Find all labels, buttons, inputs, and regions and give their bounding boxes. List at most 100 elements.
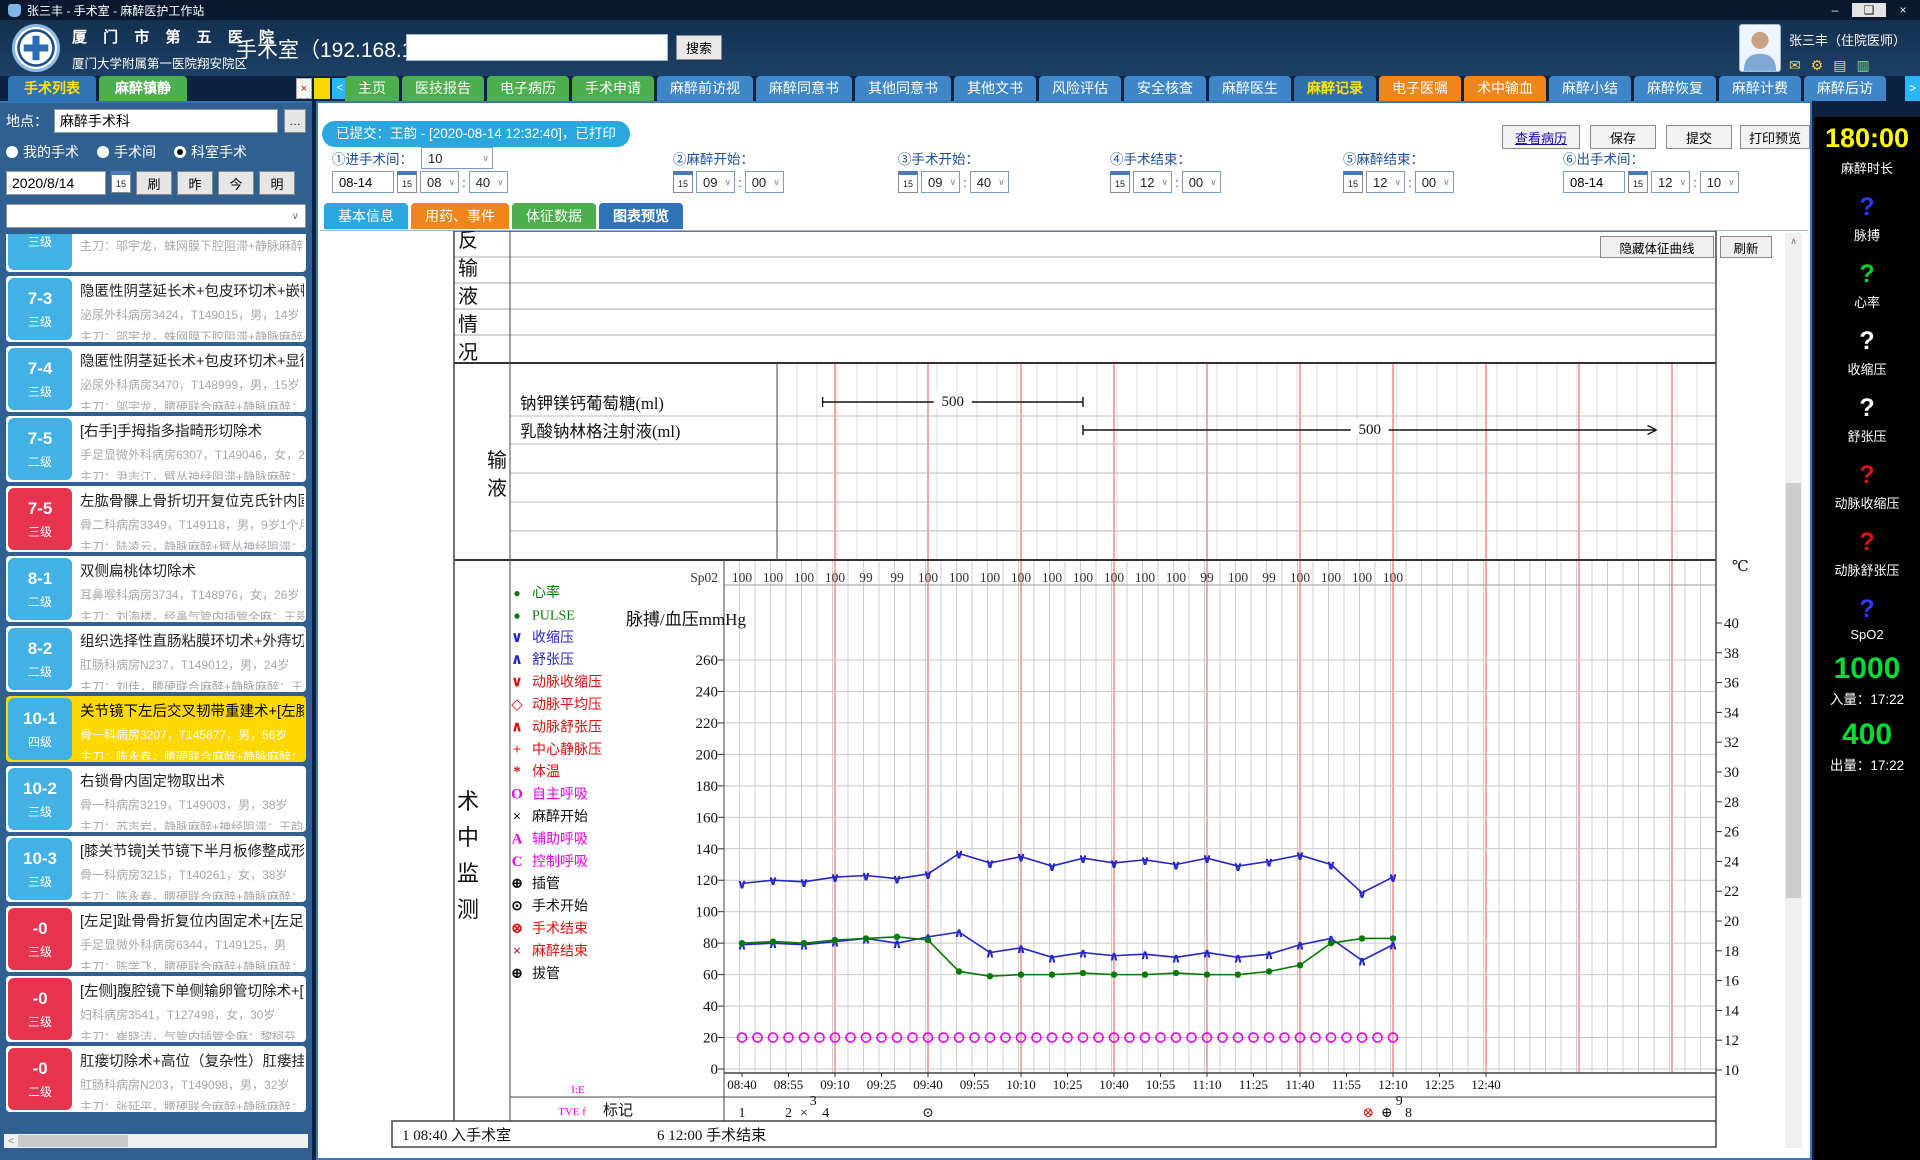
list-item[interactable]: 10-3三级[膝关节镜]关节镜下半月板修整成形术+半骨一科病房3215，T140… [6,836,306,902]
radio-dot-icon[interactable] [174,146,186,158]
radio-手术间[interactable]: 手术间 [97,142,156,162]
sidebar-horizontal-scrollbar[interactable]: < [4,1134,308,1148]
save-button[interactable]: 保存 [1590,125,1656,149]
location-input[interactable] [54,109,278,133]
list-item[interactable]: 8-2二级组织选择性直肠粘膜环切术+外痔切除术肛肠科病房N237，T149012… [6,626,306,692]
minute-select[interactable]: 10∨ [1700,171,1739,193]
list-item[interactable]: -0二级肛瘘切除术+高位（复杂性）肛瘘挂线术肛肠科病房N203，T149098，… [6,1046,306,1112]
location-more-button[interactable]: … [284,109,306,133]
list-item[interactable]: 7-3三级隐匿性阴茎延长术+包皮环切术+嵌顿包茎泌尿外科病房3424，T1490… [6,276,306,342]
gear-icon[interactable]: ⚙ [1811,57,1824,74]
date-input[interactable] [6,171,106,195]
nav-tab-其他同意书[interactable]: 其他同意书 [855,76,951,101]
chart-vertical-scrollbar[interactable]: ∧ [1785,233,1802,1148]
yellow-marker-icon[interactable]: ■ [314,78,330,99]
filter-combobox[interactable]: ∨ [6,204,306,228]
calendar-icon[interactable]: 15 [673,171,693,193]
room-select[interactable]: 10∨ [421,147,493,169]
list-item[interactable]: 10-2三级右锁骨内固定物取出术骨一科病房3219，T149003，男，38岁主… [6,766,306,832]
date-value[interactable]: 08-14 [332,171,394,193]
tab-anesthesia-sedation[interactable]: 麻醉镇静 [99,76,187,101]
list-item[interactable]: -0三级[左侧]腹腔镜下单侧输卵管切除术+[右侧]妇科病房3541，T12749… [6,976,306,1042]
svg-text:100: 100 [1135,570,1156,585]
refresh-chart-button[interactable]: 刷新 [1720,236,1772,258]
list-item[interactable]: 7-5二级[右手]手拇指多指畸形切除术手足显微外科病房6307，T149046，… [6,416,306,482]
subtab-体征数据[interactable]: 体征数据 [512,203,596,229]
nav-tab-医技报告[interactable]: 医技报告 [402,76,484,101]
nav-tab-麻醉计费[interactable]: 麻醉计费 [1719,76,1801,101]
refresh-day-button[interactable]: 刷 [136,171,172,195]
calendar-icon[interactable]: 15 [1110,171,1130,193]
nav-tab-其他文书[interactable]: 其他文书 [954,76,1036,101]
nav-tab-麻醉后访[interactable]: 麻醉后访 [1804,76,1886,101]
list-item[interactable]: 8-1二级双侧扁桃体切除术耳鼻喉科病房3734，T148976，女，26岁主刀：… [6,556,306,622]
close-button[interactable]: × [1886,3,1920,17]
nav-tab-主页[interactable]: 主页 [345,76,399,101]
list-item[interactable]: -0三级[左足]趾骨骨折复位内固定术+[左足]清创手足显微外科病房6344，T1… [6,906,306,972]
hide-curve-button[interactable]: 隐藏体征曲线 [1600,236,1714,258]
nav-tab-手术申请[interactable]: 手术申请 [572,76,654,101]
minute-select[interactable]: 40∨ [970,171,1009,193]
nav-tab-安全核查[interactable]: 安全核查 [1124,76,1206,101]
subtab-基本信息[interactable]: 基本信息 [324,203,408,229]
view-record-button[interactable]: 查看病历 [1502,125,1580,149]
list-item[interactable]: 7-5三级左肱骨髁上骨折切开复位克氏针内固定术骨二科病房3349，T149118… [6,486,306,552]
date-value[interactable]: 08-14 [1563,171,1625,193]
subtab-图表预览[interactable]: 图表预览 [599,203,683,229]
svg-text:32: 32 [1724,735,1739,751]
yesterday-button[interactable]: 昨 [177,171,213,195]
list-item[interactable]: 7-4三级隐匿性阴茎延长术+包皮环切术+显微镜下泌尿外科病房3470，T1489… [6,346,306,412]
minute-select[interactable]: 40∨ [469,171,508,193]
close-tab-icon[interactable]: × [296,78,312,99]
hour-select[interactable]: 09∨ [921,171,960,193]
print-preview-button[interactable]: 打印预览 [1740,125,1810,149]
hour-select[interactable]: 12∨ [1366,171,1405,193]
minute-select[interactable]: 00∨ [1182,171,1221,193]
nav-tab-风险评估[interactable]: 风险评估 [1039,76,1121,101]
hour-select[interactable]: 12∨ [1651,171,1690,193]
nav-tab-电子医嘱[interactable]: 电子医嘱 [1379,76,1461,101]
stats-icon[interactable]: ▥ [1857,57,1870,74]
tab-surgery-list[interactable]: 手术列表 [8,76,96,101]
maximize-button[interactable]: ❑ [1852,3,1886,17]
subtab-用药、事件[interactable]: 用药、事件 [411,203,509,229]
tomorrow-button[interactable]: 明 [259,171,295,195]
calendar-icon[interactable]: 15 [1628,171,1648,193]
hour-select[interactable]: 12∨ [1133,171,1172,193]
nav-tab-麻醉同意书[interactable]: 麻醉同意书 [756,76,852,101]
calendar-icon[interactable]: 15 [111,171,131,193]
list-item[interactable]: 10-1四级关节镜下左后交叉韧带重建术+[左膝关节骨一科病房3207，T1458… [6,696,306,762]
nav-tab-麻醉医生[interactable]: 麻醉医生 [1209,76,1291,101]
calendar-icon[interactable]: 15 [1343,171,1363,193]
minute-select[interactable]: 00∨ [745,171,784,193]
hour-select[interactable]: 08∨ [420,171,459,193]
nav-tab-麻醉记录[interactable]: 麻醉记录 [1294,76,1376,101]
search-input[interactable] [406,34,668,61]
minimize-button[interactable]: – [1818,3,1852,17]
nav-overflow-button[interactable]: > [1905,76,1920,101]
nav-tab-术中输血[interactable]: 术中输血 [1464,76,1546,101]
radio-dot-icon[interactable] [97,146,109,158]
search-button[interactable]: 搜索 [676,35,722,60]
radio-我的手术[interactable]: 我的手术 [6,142,79,162]
radio-dot-icon[interactable] [6,146,18,158]
nav-tab-麻醉小结[interactable]: 麻醉小结 [1549,76,1631,101]
mail-icon[interactable]: ✉ [1789,57,1801,74]
radio-科室手术[interactable]: 科室手术 [174,142,247,162]
submit-button[interactable]: 提交 [1666,125,1732,149]
scrollbar-left-arrow-icon[interactable]: < [4,1136,18,1147]
list-item[interactable]: 三级泌尿外科病房3409，何子皓，T149000，男，12岁主刀：邬宇龙，蛛网膜… [6,234,306,272]
svg-text:100: 100 [763,570,784,585]
database-icon[interactable]: ▤ [1833,57,1846,74]
nav-tab-麻醉恢复[interactable]: 麻醉恢复 [1634,76,1716,101]
today-button[interactable]: 今 [218,171,254,195]
scrollbar-up-arrow-icon[interactable]: ∧ [1785,233,1802,249]
hour-select[interactable]: 09∨ [696,171,735,193]
minute-select[interactable]: 00∨ [1415,171,1454,193]
calendar-icon[interactable]: 15 [898,171,918,193]
scrollbar-thumb[interactable] [18,1135,128,1147]
chart-scrollbar-thumb[interactable] [1786,483,1801,898]
calendar-icon[interactable]: 15 [397,171,417,193]
nav-tab-麻醉前访视[interactable]: 麻醉前访视 [657,76,753,101]
nav-tab-电子病历[interactable]: 电子病历 [487,76,569,101]
